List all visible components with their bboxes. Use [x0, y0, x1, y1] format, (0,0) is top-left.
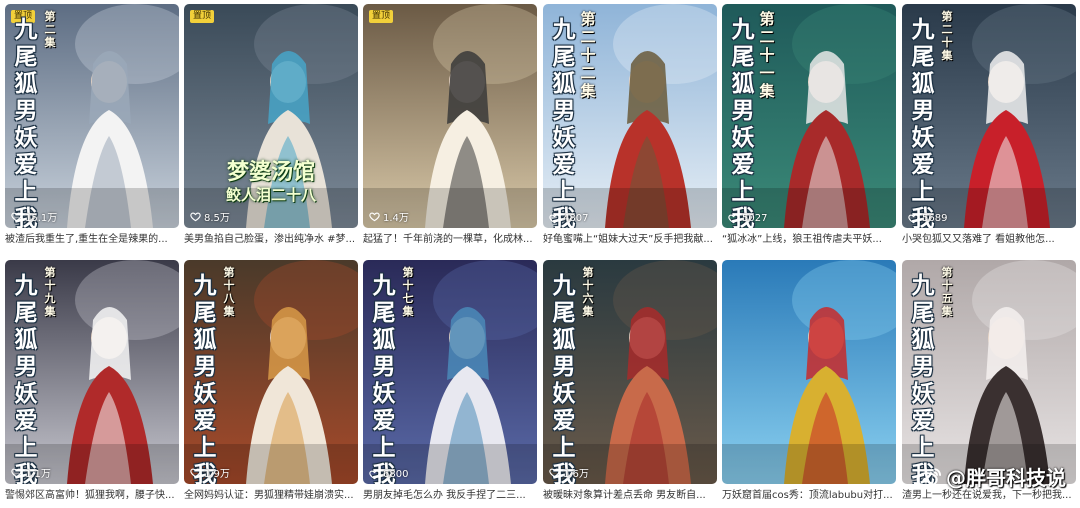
- heart-icon: [549, 467, 560, 478]
- video-caption[interactable]: 万妖窟首届cos秀：顶流labubu对打...: [722, 489, 896, 503]
- episode-label: 第二集: [43, 10, 57, 49]
- video-caption[interactable]: 小哭包狐又又落难了 看姐教他怎...: [902, 233, 1076, 247]
- like-count: 6800: [369, 469, 408, 480]
- video-caption[interactable]: 美男鱼掐自己脸蛋，渗出纯净水 #梦...: [184, 233, 358, 247]
- video-grid: 置顶 第二集 九尾狐男妖爱上我 15.1万 被渣后我重生了,重生在全是辣果的..…: [0, 0, 1080, 505]
- weibo-icon: [916, 466, 942, 488]
- episode-label: 第二十一集: [758, 10, 776, 100]
- video-card[interactable]: 第二十二集 九尾狐男妖爱上我 4807 好龟蜜嘴上“姐妹大过天”反手把我献...: [543, 4, 717, 252]
- video-card[interactable]: 万妖窟首届cos秀：顶流labubu对打...: [722, 260, 896, 508]
- heart-icon: [369, 469, 380, 480]
- video-card[interactable]: 第十六集 九尾狐男妖爱上我 1.6万 被暖昧对象算计差点丢命 男友断自...: [543, 260, 717, 508]
- video-card[interactable]: 第十八集 九尾狐男妖爱上我 1.9万 全网妈妈认证：男狐狸精带娃崩溃实...: [184, 260, 358, 508]
- like-count-text: 4807: [563, 213, 588, 224]
- like-count-text: 1.1万: [25, 465, 51, 480]
- like-count: 5689: [908, 213, 947, 224]
- heart-icon: [549, 213, 560, 224]
- video-thumbnail[interactable]: 第二十集 九尾狐男妖爱上我 5689: [902, 4, 1076, 228]
- heart-icon: [190, 467, 201, 478]
- episode-label: 第十七集: [401, 266, 415, 318]
- video-thumbnail[interactable]: 第十八集 九尾狐男妖爱上我 1.9万: [184, 260, 358, 484]
- like-count: 1.9万: [190, 465, 230, 480]
- episode-label: 第十五集: [940, 266, 954, 318]
- overlay-title: 梦婆汤馆: [184, 154, 358, 186]
- like-count-text: 5689: [922, 213, 947, 224]
- series-title: 九尾狐男妖爱上我: [13, 272, 39, 484]
- watermark-text: @胖哥科技说: [946, 462, 1066, 491]
- episode-label: 第十八集: [222, 266, 236, 318]
- thumbnail-artwork: [722, 260, 896, 484]
- like-count-text: 1.4万: [383, 209, 409, 224]
- pinned-badge: 置顶: [190, 10, 214, 23]
- video-thumbnail[interactable]: 第二十二集 九尾狐男妖爱上我 4807: [543, 4, 717, 228]
- overlay-subtitle: 鲛人泪二十八: [184, 184, 358, 205]
- like-count: 5027: [728, 213, 767, 224]
- like-count: 8.5万: [190, 209, 230, 224]
- video-thumbnail[interactable]: 第二十一集 九尾狐男妖爱上我 5027: [722, 4, 896, 228]
- video-card[interactable]: 置顶 第二集 九尾狐男妖爱上我 15.1万 被渣后我重生了,重生在全是辣果的..…: [5, 4, 179, 252]
- episode-label: 第十九集: [43, 266, 57, 318]
- video-caption[interactable]: 好龟蜜嘴上“姐妹大过天”反手把我献...: [543, 233, 717, 247]
- video-caption[interactable]: 全网妈妈认证：男狐狸精带娃崩溃实...: [184, 489, 358, 503]
- heart-icon: [190, 211, 201, 222]
- video-thumbnail[interactable]: 第十七集 九尾狐男妖爱上我 6800: [363, 260, 537, 484]
- like-count-text: 1.6万: [563, 465, 589, 480]
- episode-label: 第十六集: [581, 266, 595, 318]
- video-caption[interactable]: 被暖昧对象算计差点丢命 男友断自...: [543, 489, 717, 503]
- weibo-watermark: @胖哥科技说: [916, 462, 1066, 491]
- heart-icon: [908, 213, 919, 224]
- series-title: 九尾狐男妖爱上我: [551, 16, 577, 228]
- video-thumbnail[interactable]: [722, 260, 896, 484]
- thumbnail-artwork: [363, 4, 537, 228]
- like-count: 1.4万: [369, 209, 409, 224]
- episode-label: 第二十二集: [579, 10, 597, 100]
- video-card[interactable]: 第十七集 九尾狐男妖爱上我 6800 男朋友掉毛怎么办 我反手捏了二三...: [363, 260, 537, 508]
- like-count-text: 5027: [742, 213, 767, 224]
- video-caption[interactable]: 警惕郊区高富帅！狐狸我啊，腰子快...: [5, 489, 179, 503]
- series-title: 九尾狐男妖爱上我: [192, 272, 218, 484]
- like-count: 4807: [549, 213, 588, 224]
- video-thumbnail[interactable]: 第十五集 九尾狐男妖爱上我: [902, 260, 1076, 484]
- like-count: 1.6万: [549, 465, 589, 480]
- heart-icon: [728, 213, 739, 224]
- video-thumbnail[interactable]: 第十九集 九尾狐男妖爱上我 1.1万: [5, 260, 179, 484]
- video-thumbnail[interactable]: 第十六集 九尾狐男妖爱上我 1.6万: [543, 260, 717, 484]
- pinned-badge: 置顶: [369, 10, 393, 23]
- video-card[interactable]: 第二十集 九尾狐男妖爱上我 5689 小哭包狐又又落难了 看姐教他怎...: [902, 4, 1076, 252]
- video-thumbnail[interactable]: 置顶 1.4万: [363, 4, 537, 228]
- video-card[interactable]: 第十九集 九尾狐男妖爱上我 1.1万 警惕郊区高富帅！狐狸我啊，腰子快...: [5, 260, 179, 508]
- video-card[interactable]: 置顶 1.4万 起猛了！千年前浇的一棵草，化成林...: [363, 4, 537, 252]
- video-caption[interactable]: 男朋友掉毛怎么办 我反手捏了二三...: [363, 489, 537, 503]
- episode-label: 第二十集: [940, 10, 954, 62]
- video-thumbnail[interactable]: 置顶 8.5万 梦婆汤馆鲛人泪二十八: [184, 4, 358, 228]
- like-count-text: 8.5万: [204, 209, 230, 224]
- series-title: 九尾狐男妖爱上我: [910, 16, 936, 228]
- series-title: 九尾狐男妖爱上我: [730, 16, 756, 228]
- heart-icon: [369, 211, 380, 222]
- like-count-text: 15.1万: [25, 209, 57, 224]
- heart-icon: [11, 211, 22, 222]
- like-count-text: 6800: [383, 469, 408, 480]
- like-count: 1.1万: [11, 465, 51, 480]
- video-thumbnail[interactable]: 置顶 第二集 九尾狐男妖爱上我 15.1万: [5, 4, 179, 228]
- video-caption[interactable]: 渣男上一秒还在说爱我，下一秒把我...: [902, 489, 1076, 503]
- series-title: 九尾狐男妖爱上我: [551, 272, 577, 484]
- heart-icon: [11, 467, 22, 478]
- video-caption[interactable]: 被渣后我重生了,重生在全是辣果的...: [5, 233, 179, 247]
- series-title: 九尾狐男妖爱上我: [371, 272, 397, 484]
- video-card[interactable]: 置顶 8.5万 梦婆汤馆鲛人泪二十八 美男鱼掐自己脸蛋，渗出纯净水 #梦...: [184, 4, 358, 252]
- video-caption[interactable]: 起猛了！千年前浇的一棵草，化成林...: [363, 233, 537, 247]
- series-title: 九尾狐男妖爱上我: [13, 16, 39, 228]
- like-count-text: 1.9万: [204, 465, 230, 480]
- video-caption[interactable]: “狐冰冰”上线，狼王祖传虐夫平妖...: [722, 233, 896, 247]
- video-card[interactable]: 第二十一集 九尾狐男妖爱上我 5027 “狐冰冰”上线，狼王祖传虐夫平妖...: [722, 4, 896, 252]
- series-title: 九尾狐男妖爱上我: [910, 272, 936, 484]
- like-count: 15.1万: [11, 209, 57, 224]
